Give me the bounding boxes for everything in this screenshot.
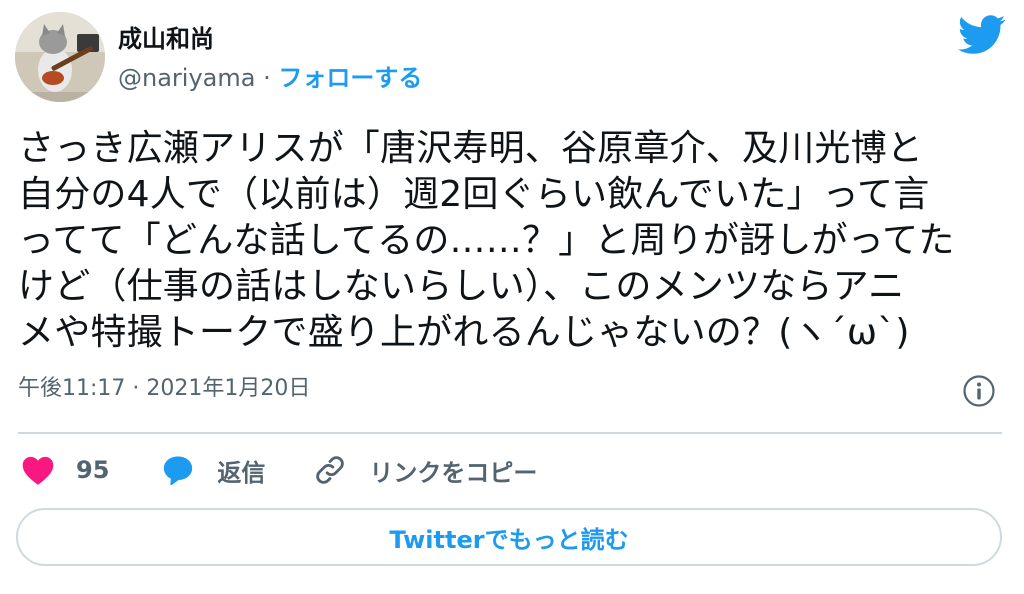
like-count: 95 <box>76 456 110 484</box>
author-handle-row: @nariyama · フォローする <box>118 62 422 94</box>
heart-icon <box>22 456 54 485</box>
reply-bubble-icon <box>164 456 193 486</box>
reply-button[interactable]: 返信 <box>161 453 265 488</box>
copy-link-label: リンクをコピー <box>369 458 538 487</box>
tweet-text: さっき広瀬アリスが「唐沢寿明、谷原章介、及川光博と 自分の4人で（以前は）週2回… <box>18 128 955 353</box>
reply-label: 返信 <box>217 458 266 487</box>
copy-link-button[interactable]: リンクをコピー <box>313 453 537 488</box>
avatar[interactable] <box>15 12 105 102</box>
tweet-timestamp[interactable]: 午後11:17 · 2021年1月20日 <box>18 374 310 404</box>
read-more-button[interactable]: Twitterでもっと読む <box>16 508 1002 566</box>
avatar-cat-image <box>15 12 105 102</box>
twitter-bird-icon[interactable] <box>958 15 1006 55</box>
author-handle[interactable]: @nariyama <box>118 64 255 92</box>
info-icon[interactable] <box>962 374 996 408</box>
link-icon <box>316 456 345 484</box>
like-button[interactable]: 95 <box>20 454 109 486</box>
follow-link[interactable]: フォローする <box>278 64 422 92</box>
divider <box>18 432 1002 434</box>
tweet-actions: 95 返信 リンクをコピー <box>20 450 537 490</box>
author-name[interactable]: 成山和尚 <box>118 24 214 54</box>
handle-separator: · <box>263 64 271 92</box>
